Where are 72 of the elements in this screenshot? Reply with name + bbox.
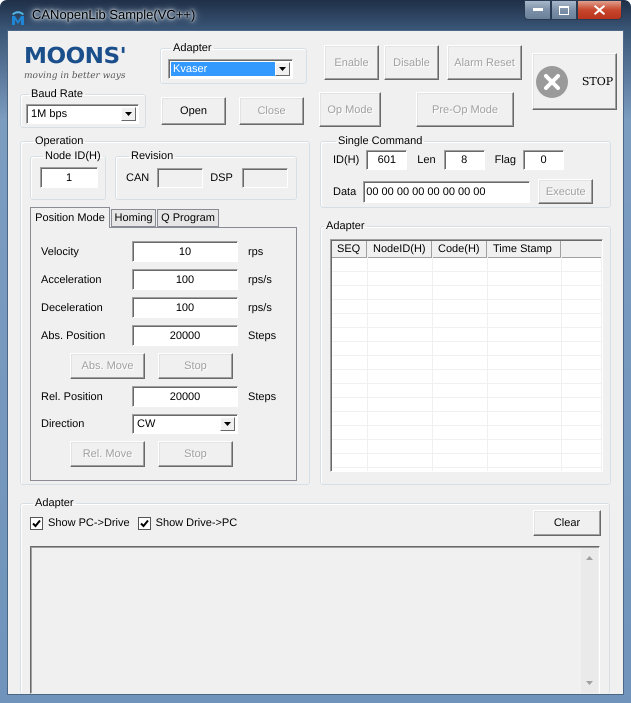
- unit-label: rps/s: [248, 302, 273, 314]
- column-header[interactable]: Code(H): [433, 241, 487, 258]
- field-label: ID(H): [333, 154, 360, 166]
- caret-icon: [125, 112, 132, 116]
- field-label: Rel. Position: [41, 390, 104, 402]
- unit-label: Steps: [248, 330, 278, 342]
- unit-label: rps/s: [248, 274, 273, 286]
- input-field[interactable]: 601: [366, 150, 408, 170]
- input-field[interactable]: 10: [132, 241, 238, 262]
- field-label: Flag: [494, 154, 516, 166]
- scroll-up-icon: [586, 556, 593, 560]
- button[interactable]: Open: [161, 97, 226, 125]
- dropdown[interactable]: 1M bps: [26, 104, 139, 124]
- input-field[interactable]: 100: [132, 269, 238, 290]
- checkbox[interactable]: [138, 516, 151, 530]
- field-label: DSP: [210, 172, 233, 184]
- tab[interactable]: Q Program: [157, 209, 219, 227]
- maximize-button[interactable]: [551, 0, 577, 20]
- scroll-down-icon: [586, 681, 593, 685]
- unit-label: Steps: [248, 390, 278, 402]
- input-field[interactable]: 00 00 00 00 00 00 00 00: [363, 180, 530, 202]
- window-title: CANopenLib Sample(VC++): [32, 7, 196, 22]
- field-label: Direction: [41, 418, 86, 430]
- dropdown[interactable]: CW: [132, 414, 238, 434]
- group-label: Adapter: [34, 497, 75, 510]
- caret-icon: [224, 422, 231, 426]
- input-field[interactable]: 0: [523, 150, 564, 170]
- dropdown-value: 1M bps: [30, 107, 68, 121]
- dropdown-value: CW: [136, 417, 156, 431]
- group-label: Node ID(H): [44, 150, 102, 163]
- input-field[interactable]: 8: [444, 150, 485, 170]
- checkbox[interactable]: [30, 516, 43, 530]
- logo-tagline: moving in better ways: [24, 70, 126, 83]
- checkbox-label: Show Drive->PC: [156, 517, 238, 529]
- minimize-icon: [532, 8, 542, 12]
- checkbox-label: Show PC->Drive: [48, 517, 130, 529]
- column-header[interactable]: Time Stamp: [488, 241, 561, 258]
- group-label: Single Command: [337, 135, 424, 148]
- field-label: Deceleration: [41, 302, 104, 314]
- input-field[interactable]: 20000: [132, 386, 238, 407]
- scrollbar[interactable]: [581, 548, 598, 693]
- group-label: Adapter: [172, 42, 213, 55]
- minimize-button[interactable]: [524, 0, 551, 20]
- tab[interactable]: Position Mode: [30, 207, 110, 228]
- unit-label: rps: [248, 246, 264, 258]
- column-header[interactable]: SEQ: [332, 241, 367, 258]
- close-icon: [594, 5, 605, 15]
- logo-wordmark: MOONS': [24, 45, 126, 69]
- field-label: Data: [333, 186, 356, 198]
- field-label: Velocity: [41, 246, 80, 258]
- group-label: Baud Rate: [30, 88, 84, 101]
- close-button[interactable]: [577, 0, 622, 20]
- dropdown-value: Kvaser: [171, 62, 275, 76]
- field-label: Abs. Position: [41, 330, 106, 342]
- tab[interactable]: Homing: [111, 209, 156, 227]
- input-field[interactable]: 1: [40, 167, 98, 188]
- input-field[interactable]: [157, 168, 204, 188]
- input-field[interactable]: 20000: [132, 325, 238, 346]
- close-circle-icon: [536, 66, 568, 98]
- caret-icon: [279, 67, 286, 71]
- button[interactable]: Clear: [533, 510, 601, 536]
- maximize-icon: [559, 6, 569, 14]
- field-label: Acceleration: [41, 274, 103, 286]
- input-field[interactable]: [242, 168, 288, 188]
- group-label: Operation: [34, 135, 84, 148]
- field-label: Len: [417, 154, 436, 166]
- input-field[interactable]: 100: [132, 297, 238, 318]
- group-label: Revision: [130, 150, 174, 163]
- stop-button[interactable]: STOP: [532, 53, 617, 110]
- column-header[interactable]: NodeID(H): [368, 241, 432, 258]
- group-label: Adapter: [325, 220, 366, 233]
- field-label: CAN: [126, 172, 150, 184]
